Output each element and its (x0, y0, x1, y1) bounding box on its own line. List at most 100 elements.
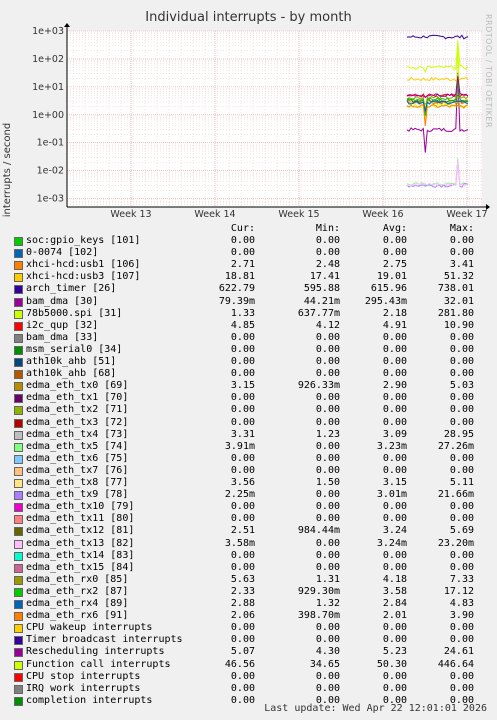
legend-avg-value: 3.23m (376, 440, 407, 452)
legend-row: CPU stop interrupts 0.00 0.00 0.00 0.00 (0, 671, 497, 683)
legend-series-name: i2c_qup [32] (26, 319, 99, 331)
legend-min-value: 0.00 (315, 343, 340, 355)
legend-max-value: 0.00 (449, 682, 474, 694)
legend-swatch (14, 575, 23, 585)
legend-swatch (14, 442, 23, 452)
legend-avg-value: 3.58 (382, 585, 407, 597)
legend-avg-value: 2.84 (382, 598, 407, 609)
legend-min-value: 0.00 (315, 670, 340, 682)
legend-cur-value: 0.00 (230, 682, 255, 694)
legend-avg-value: 0.00 (382, 404, 407, 416)
legend-avg-value: 0.00 (382, 561, 407, 573)
legend-cur-value: 0.00 (230, 404, 255, 416)
legend-avg-value: 3.01m (376, 489, 407, 501)
legend-row: edma_eth_tx4 [73] 3.31 1.23 3.09 28.95 (0, 429, 497, 441)
legend-swatch (14, 370, 23, 380)
legend-swatch (14, 285, 23, 295)
y-axis-arrow (64, 23, 70, 27)
legend-avg-value: 2.18 (382, 307, 407, 319)
legend-cur-value: 3.56 (230, 477, 255, 488)
legend-series-name: edma_eth_tx7 [76] (26, 464, 129, 476)
legend-swatch (14, 345, 23, 355)
legend-max-value: 7.33 (449, 573, 474, 585)
legend-series-name: bam_dma [33] (26, 331, 99, 343)
legend-max-value: 23.20m (437, 537, 474, 549)
legend-min-value: 0.00 (315, 489, 340, 501)
legend-swatch (14, 660, 23, 670)
legend-row: Timer broadcast interrupts 0.00 0.00 0.00 0.… (0, 634, 497, 646)
legend-max-value: 4.83 (449, 598, 474, 609)
legend-min-value: 0.00 (315, 356, 340, 367)
legend-max-value: 738.01 (437, 283, 474, 295)
legend-row: edma_eth_tx12 [81] 2.51 984.44m 3.24 5.69 (0, 525, 497, 537)
legend-min-value: 926.33m (297, 380, 340, 392)
legend-swatch (14, 515, 23, 525)
legend-min-value: 4.12 (315, 319, 340, 331)
legend-min-value: 2.48 (315, 259, 340, 271)
legend-series-name: edma_eth_tx14 [83] (26, 549, 135, 561)
legend-series-name: edma_eth_tx6 [75] (26, 452, 129, 464)
legend-row: ath10k_ahb [51] 0.00 0.00 0.00 0.00 (0, 356, 497, 368)
last-update: Last update: Wed Apr 22 12:01:01 2026 (264, 703, 487, 714)
legend-header: Cur: Min: Avg: Max: (0, 223, 497, 235)
y-tick-label: 1e+02 (32, 54, 64, 65)
y-tick-label: 1e-01 (37, 138, 64, 149)
y-tick-label: 1e+01 (32, 82, 64, 93)
legend-series-name: edma_eth_rx6 [91] (26, 610, 129, 622)
legend-avg-value: 2.75 (382, 259, 407, 271)
legend-max-value: 0.00 (449, 343, 474, 355)
legend-series-name: xhci-hcd:usb3 [107] (26, 271, 141, 283)
legend-cur-value: 3.91m (224, 440, 255, 452)
legend-cur-value: 0.00 (230, 416, 255, 428)
legend-cur-value: 0.00 (230, 561, 255, 573)
legend-max-value: 0.00 (449, 561, 474, 573)
legend-max-value: 0.00 (449, 452, 474, 464)
legend-max-value: 0.00 (449, 404, 474, 416)
y-tick-label: 1e-02 (37, 166, 64, 177)
legend-cur-value: 0.00 (230, 694, 255, 706)
legend-min-value: 0.00 (315, 331, 340, 343)
legend-swatch (14, 430, 23, 440)
legend-series-name: Rescheduling interrupts (26, 646, 165, 658)
legend-max-value: 0.00 (449, 235, 474, 246)
legend-row: edma_eth_tx1 [70] 0.00 0.00 0.00 0.00 (0, 392, 497, 404)
legend-avg-value: 0.00 (382, 392, 407, 404)
legend-cur-value: 0.00 (230, 670, 255, 682)
legend-series-name: Function call interrupts (26, 658, 171, 670)
legend-series-name: edma_eth_tx15 [84] (26, 561, 135, 573)
legend-series-name: edma_eth_tx8 [77] (26, 477, 129, 488)
legend-series-name: edma_eth_rx0 [85] (26, 573, 129, 585)
legend-series-name: edma_eth_rx4 [89] (26, 598, 129, 609)
legend-swatch (14, 600, 23, 609)
legend-series-name: edma_eth_rx2 [87] (26, 585, 129, 597)
legend-cur-value: 1.33 (230, 307, 255, 319)
legend-swatch (14, 551, 23, 561)
legend-avg-value: 5.23 (382, 646, 407, 658)
legend-avg-value: 3.15 (382, 477, 407, 488)
legend-max-value: 0.00 (449, 501, 474, 513)
legend-row: ath10k_ahb [68] 0.00 0.00 0.00 0.00 (0, 368, 497, 380)
legend-cur-value: 622.79 (218, 283, 255, 295)
legend-cur-value: 2.71 (230, 259, 255, 271)
legend-avg-value: 0.00 (382, 452, 407, 464)
legend-swatch (14, 297, 23, 307)
legend-row: edma_eth_tx2 [71] 0.00 0.00 0.00 0.00 (0, 404, 497, 416)
legend-max-value: 28.95 (443, 428, 474, 440)
legend-min-value: 595.88 (303, 283, 340, 295)
legend-avg-value: 0.00 (382, 356, 407, 367)
legend-swatch (14, 503, 23, 513)
legend-cur-value: 2.06 (230, 610, 255, 622)
legend-cur-value: 0.00 (230, 235, 255, 246)
legend-avg-value: 0.00 (382, 343, 407, 355)
legend-cur-value: 0.00 (230, 343, 255, 355)
legend-series-name: xhci-hcd:usb1 [106] (26, 259, 141, 271)
legend-avg-value: 0.00 (382, 235, 407, 246)
legend-row: i2c_qup [32] 4.85 4.12 4.91 10.90 (0, 320, 497, 332)
legend-max-value: 24.61 (443, 646, 474, 658)
legend-cur-value: 0.00 (230, 452, 255, 464)
legend-min-value: 4.30 (315, 646, 340, 658)
legend-swatch (14, 273, 23, 283)
legend-avg-value: 0.00 (382, 682, 407, 694)
legend-row: CPU wakeup interrupts 0.00 0.00 0.00 0.00 (0, 622, 497, 634)
legend-min-value: 1.32 (315, 598, 340, 609)
